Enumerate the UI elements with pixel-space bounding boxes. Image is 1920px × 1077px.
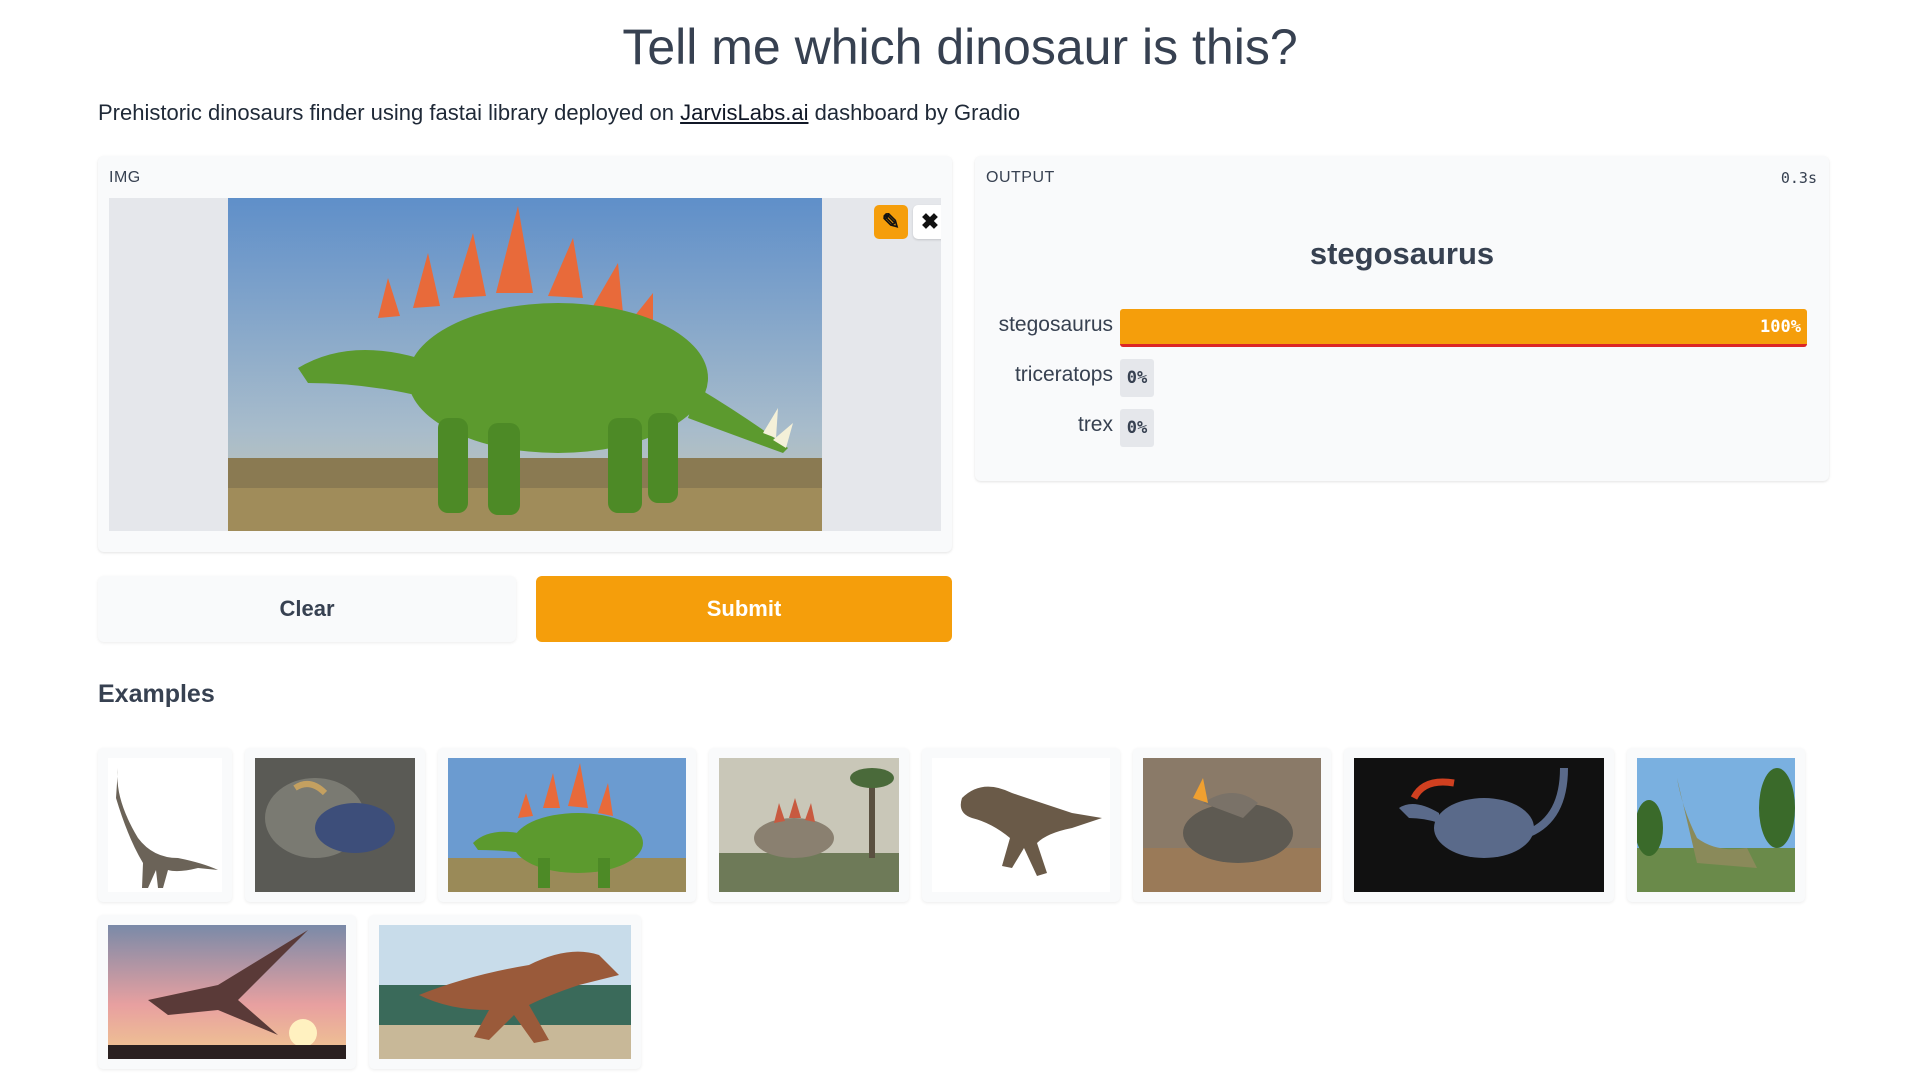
image-dropzone[interactable]: ✎ ✖ xyxy=(109,198,941,531)
jarvislabs-link[interactable]: JarvisLabs.ai xyxy=(680,100,808,125)
confidence-bar: 100% xyxy=(1120,309,1807,347)
confidence-value: 100% xyxy=(1760,316,1801,337)
example-thumbnail[interactable] xyxy=(1133,748,1331,902)
confidence-row: triceratops 0% xyxy=(975,356,1829,397)
uploaded-image xyxy=(228,198,822,531)
description-text-before: Prehistoric dinosaurs finder using fasta… xyxy=(98,100,681,125)
clear-button[interactable]: Clear xyxy=(98,576,516,642)
output-label: OUTPUT xyxy=(986,169,1055,186)
example-thumbnail[interactable] xyxy=(98,915,356,1069)
close-icon[interactable]: ✖ xyxy=(913,205,941,239)
page-title: Tell me which dinosaur is this? xyxy=(622,19,1298,75)
examples-heading: Examples xyxy=(98,680,215,708)
confidence-bar: 0% xyxy=(1120,359,1154,397)
confidence-row: stegosaurus 100% xyxy=(975,306,1829,347)
example-thumbnail[interactable] xyxy=(1627,748,1805,902)
example-thumbnail[interactable] xyxy=(369,915,641,1069)
example-thumbnail[interactable] xyxy=(709,748,909,902)
confidence-value: 0% xyxy=(1126,368,1148,388)
example-thumbnail[interactable] xyxy=(438,748,696,902)
predicted-label: stegosaurus xyxy=(1309,236,1495,271)
description-text-after: dashboard by Gradio xyxy=(808,100,1021,125)
submit-button[interactable]: Submit xyxy=(536,576,952,642)
input-label: IMG xyxy=(109,169,141,186)
example-thumbnail[interactable] xyxy=(1344,748,1614,902)
output-panel: OUTPUT 0.3s stegosaurus stegosaurus 100%… xyxy=(975,156,1829,481)
page-description: Prehistoric dinosaurs finder using fasta… xyxy=(98,100,1020,126)
confidence-row: trex 0% xyxy=(975,406,1829,447)
inference-time: 0.3s xyxy=(1780,169,1817,187)
confidence-label: trex xyxy=(1077,413,1113,436)
example-thumbnail[interactable] xyxy=(922,748,1120,902)
confidence-label: triceratops xyxy=(1014,363,1113,386)
example-thumbnail[interactable] xyxy=(245,748,425,902)
pencil-icon[interactable]: ✎ xyxy=(874,205,908,239)
confidence-bar: 0% xyxy=(1120,409,1154,447)
example-thumbnail[interactable] xyxy=(98,748,232,902)
confidence-value: 0% xyxy=(1126,418,1148,438)
confidence-label: stegosaurus xyxy=(998,313,1113,336)
image-input-panel: IMG ✎ ✖ xyxy=(98,156,952,552)
